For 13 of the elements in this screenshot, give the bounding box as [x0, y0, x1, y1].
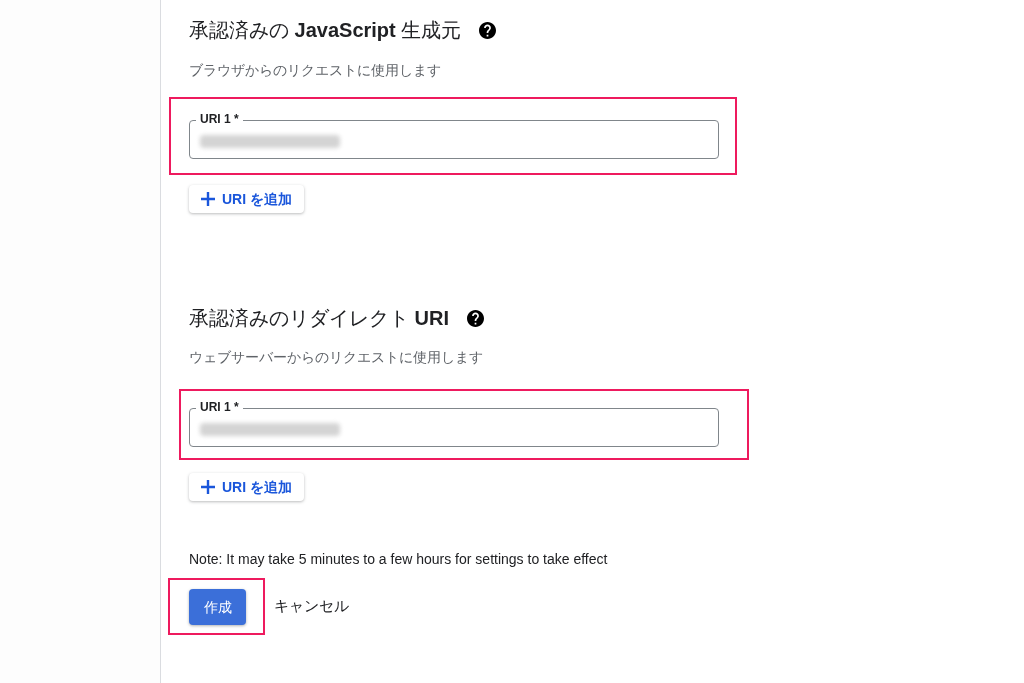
section-title: 承認済みの JavaScript 生成元	[189, 18, 462, 43]
add-uri-button[interactable]: URI を追加	[189, 473, 304, 501]
cancel-button[interactable]: キャンセル	[274, 595, 349, 618]
section-description: ブラウザからのリクエストに使用します	[189, 61, 442, 80]
create-button[interactable]: 作成	[189, 589, 246, 625]
section-title: 承認済みのリダイレクト URI	[189, 306, 449, 331]
plus-icon	[201, 192, 215, 206]
add-uri-button[interactable]: URI を追加	[189, 185, 304, 213]
plus-icon	[201, 480, 215, 494]
help-icon[interactable]	[479, 21, 497, 39]
help-icon[interactable]	[467, 309, 484, 327]
section-description: ウェブサーバーからのリクエストに使用します	[189, 348, 484, 367]
note-text: Note: It may take 5 minutes to a few hours for settings to take effect	[189, 550, 609, 569]
